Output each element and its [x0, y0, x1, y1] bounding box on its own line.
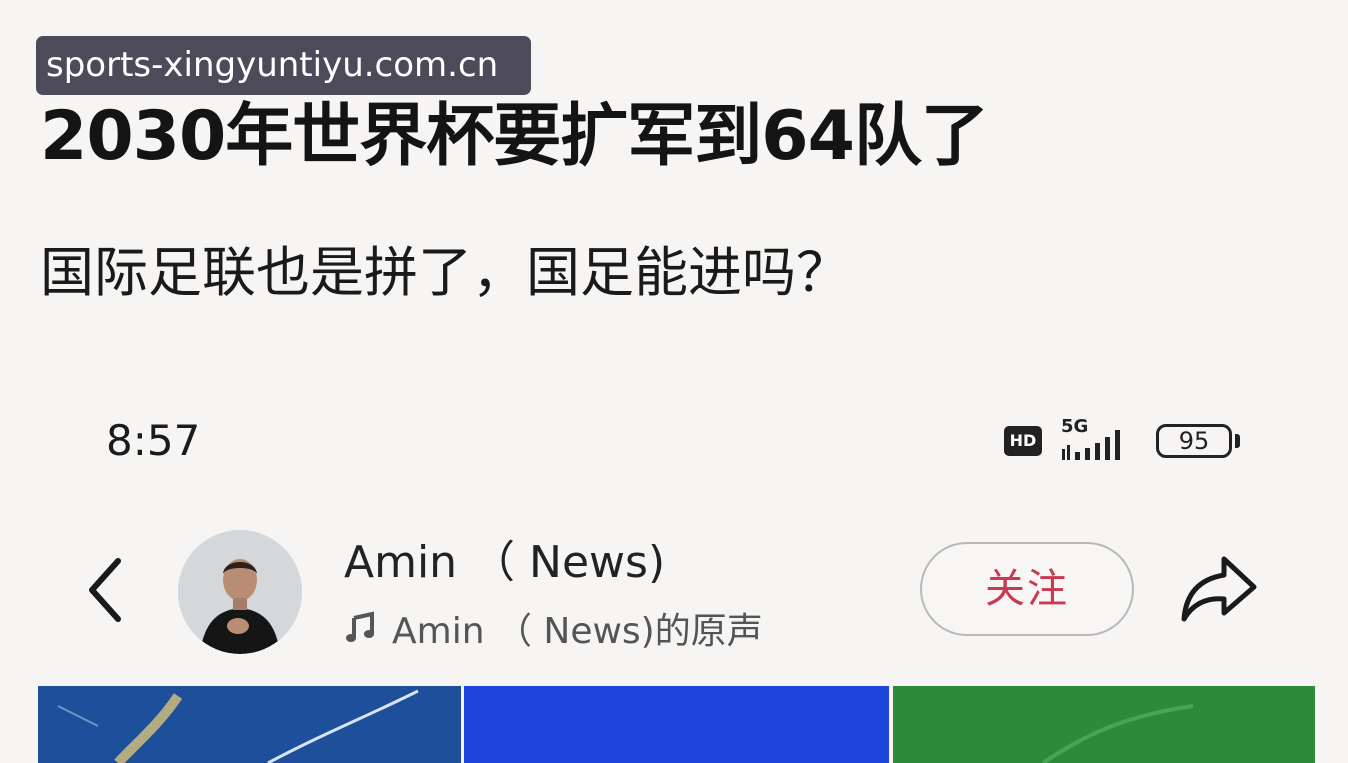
hd-badge: HD [1004, 426, 1042, 456]
signal-strength-icon [1062, 430, 1120, 460]
watermark-banner: sports-xingyuntiyu.com.cn [36, 36, 531, 95]
status-time: 8:57 [106, 416, 201, 465]
sound-link[interactable]: Amin （ News)的原声 [344, 602, 763, 652]
thumbnail-1-image [38, 686, 461, 763]
follow-button[interactable]: 关注 [920, 542, 1134, 636]
avatar-photo [178, 530, 302, 654]
status-indicators: HD 5G 95 [1004, 416, 1249, 464]
music-note-icon [346, 611, 374, 642]
author-name[interactable]: Amin （ News) [344, 526, 665, 590]
thumbnail-3-image [893, 686, 1315, 763]
video-thumbnail-1[interactable] [38, 686, 461, 763]
sound-label: Amin （ News)的原声 [392, 611, 763, 652]
video-thumbnail-3[interactable] [893, 686, 1315, 763]
video-thumbnail-2[interactable] [464, 686, 889, 763]
battery-tip [1235, 434, 1240, 448]
share-arrow-icon[interactable] [1178, 553, 1260, 625]
battery-icon: 95 [1156, 424, 1232, 458]
chevron-left-icon[interactable] [84, 555, 128, 625]
post-subline: 国际足联也是拼了，国足能进吗？ [40, 241, 850, 304]
avatar[interactable] [178, 530, 302, 654]
thumbnail-2-image [464, 686, 889, 763]
